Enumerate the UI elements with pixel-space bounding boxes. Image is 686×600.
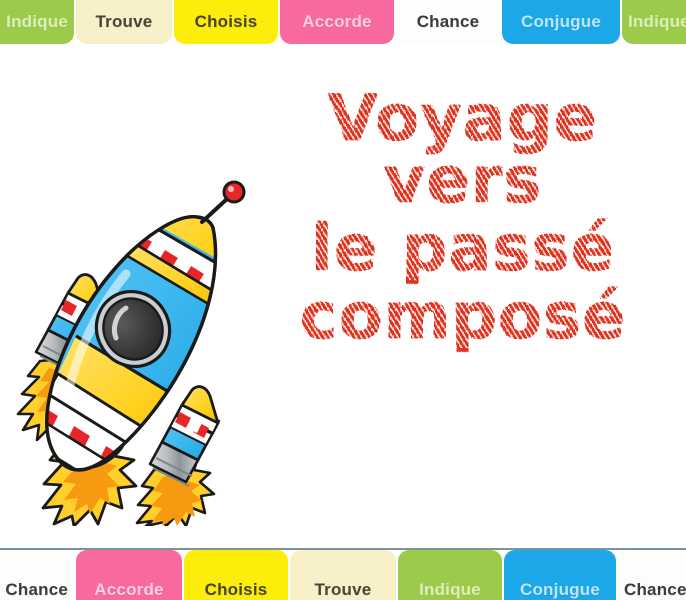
tab-label: Chance bbox=[624, 580, 686, 599]
tab-label: Choisis bbox=[204, 580, 268, 599]
tab-accorde-top-3[interactable]: Accorde bbox=[280, 0, 394, 44]
tab-conjugue-bottom-5[interactable]: Conjugue bbox=[504, 550, 616, 600]
tab-label: Indique bbox=[6, 11, 68, 31]
antenna bbox=[200, 180, 246, 224]
tab-indique-bottom-4[interactable]: Indique bbox=[398, 550, 502, 600]
tab-accorde-bottom-1[interactable]: Accorde bbox=[76, 550, 182, 600]
tab-indique-top-6[interactable]: Indique bbox=[622, 0, 686, 44]
tab-label: Accorde bbox=[94, 580, 164, 599]
tab-chance-top-4[interactable]: Chance bbox=[396, 0, 500, 44]
title-line-1-text: Voyage vers bbox=[248, 87, 678, 213]
top-tab-bar: Indique Trouve Choisis Accorde Chance Conjugu… bbox=[0, 0, 686, 44]
tab-conjugue-top-5[interactable]: Conjugue bbox=[502, 0, 620, 44]
title-line-3-text: composé bbox=[299, 280, 627, 355]
tab-label: Accorde bbox=[302, 11, 372, 31]
tab-label: Indique bbox=[419, 580, 481, 599]
tab-label: Trouve bbox=[314, 580, 372, 599]
title-line-2: le passé bbox=[248, 212, 678, 287]
slide-title: Voyage vers le passé composé bbox=[248, 87, 678, 355]
tab-label: Conjugue bbox=[521, 11, 601, 31]
tab-chance-bottom-6[interactable]: Chance bbox=[618, 550, 686, 600]
title-line-3: composé bbox=[248, 280, 678, 355]
tab-indique-top-0[interactable]: Indique bbox=[0, 0, 74, 44]
title-line-2-text: le passé bbox=[310, 212, 616, 287]
rocket-illustration bbox=[6, 178, 256, 526]
tab-choisis-bottom-2[interactable]: Choisis bbox=[184, 550, 288, 600]
tab-choisis-top-2[interactable]: Choisis bbox=[174, 0, 278, 44]
tab-label: Choisis bbox=[194, 11, 258, 31]
tab-label: Chance bbox=[416, 11, 480, 31]
tab-label: Conjugue bbox=[520, 580, 600, 599]
bottom-tab-bar: Chance Accorde Choisis Trouve Indique Conjugu… bbox=[0, 548, 686, 600]
tab-trouve-top-1[interactable]: Trouve bbox=[76, 0, 172, 44]
tab-label: Trouve bbox=[95, 11, 153, 31]
tab-label: Chance bbox=[5, 580, 68, 599]
tab-label: Indique bbox=[628, 11, 686, 31]
title-line-1: Voyage vers bbox=[248, 87, 678, 213]
tab-chance-bottom-0[interactable]: Chance bbox=[0, 550, 74, 600]
tab-trouve-bottom-3[interactable]: Trouve bbox=[290, 550, 396, 600]
presentation-slide: Indique Trouve Choisis Accorde Chance Conjugu… bbox=[0, 0, 686, 600]
